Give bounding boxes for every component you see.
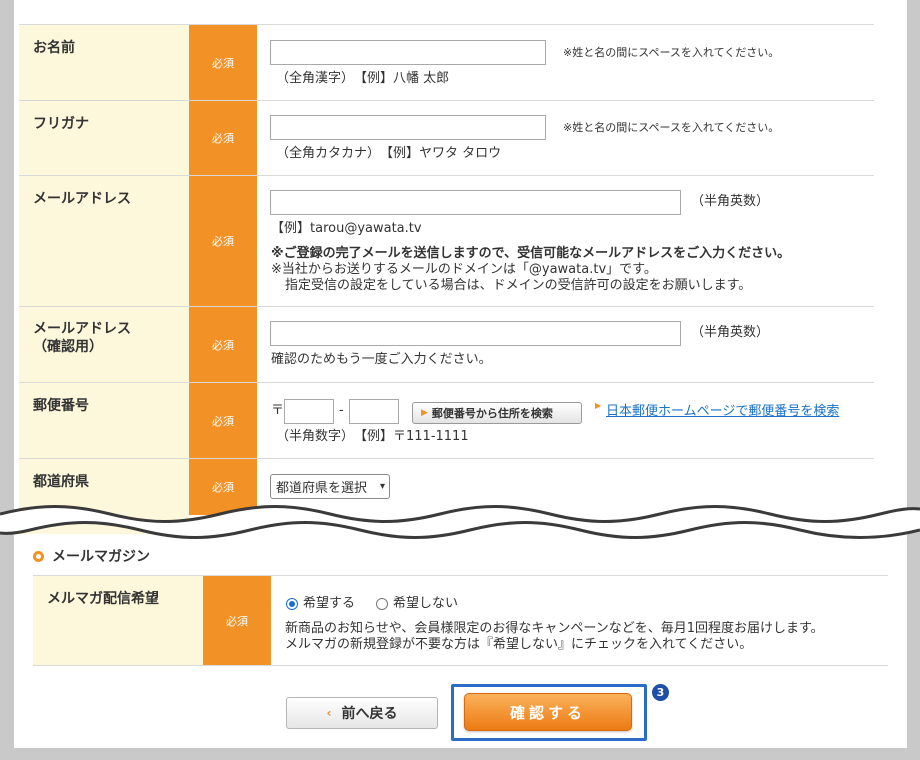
row-name: お名前 必須 ※姓と名の間にスペースを入れてください。 （全角漢字） 【例】八幡… xyxy=(19,25,874,101)
back-button-label: 前へ戻る xyxy=(341,706,398,722)
email-input[interactable] xyxy=(270,190,681,215)
newsletter-no-radio[interactable] xyxy=(376,598,388,610)
input-cell: 〒 - ▶ 郵便番号から住所を検索 ▶ 日本郵便ホームページで郵便番号を検索 （半… xyxy=(257,383,874,458)
required-badge: 必須 xyxy=(189,383,257,458)
page-break-wave xyxy=(0,505,920,539)
newsletter-desc-2: メルマガの新規登録が不要な方は『希望しない』にチェックを入れてください。 xyxy=(285,637,753,652)
required-badge: 必須 xyxy=(189,307,257,382)
step-badge: 3 xyxy=(652,684,669,701)
email-confirm-hint: 確認のためもう一度ご入力ください。 xyxy=(271,352,492,367)
newsletter-form: メルマガ配信希望 必須 希望する 希望しない 新商品のお知らせや、会員様限定のお… xyxy=(33,575,888,666)
postal-dash: - xyxy=(339,403,344,418)
registration-form: お名前 必須 ※姓と名の間にスペースを入れてください。 （全角漢字） 【例】八幡… xyxy=(19,24,874,534)
triangle-right-icon: ▶ xyxy=(595,401,602,410)
email-confirm-input[interactable] xyxy=(270,321,681,346)
prefecture-select[interactable]: 都道府県を選択 ▾ xyxy=(270,474,390,499)
field-label: メールアドレス （確認用） xyxy=(33,321,131,355)
required-badge: 必須 xyxy=(189,101,257,175)
japan-post-link[interactable]: 日本郵便ホームページで郵便番号を検索 xyxy=(606,400,839,419)
field-label: メールアドレス xyxy=(33,191,131,207)
newsletter-yes-label[interactable]: 希望する xyxy=(303,595,355,613)
newsletter-yes-radio[interactable] xyxy=(286,598,298,610)
field-label: 郵便番号 xyxy=(33,398,89,414)
row-email: メールアドレス 必須 （半角英数） 【例】tarou@yawata.tv ※ご登… xyxy=(19,176,874,307)
postal-code-first-input[interactable] xyxy=(284,399,334,424)
required-badge: 必須 xyxy=(189,25,257,100)
postal-code-second-input[interactable] xyxy=(349,399,399,424)
input-cell: 希望する 希望しない 新商品のお知らせや、会員様限定のお得なキャンペーンなどを、… xyxy=(271,576,888,665)
chevron-left-icon: ‹ xyxy=(326,706,332,720)
row-furigana: フリガナ 必須 ※姓と名の間にスペースを入れてください。 （全角カタカナ） 【例… xyxy=(19,101,874,176)
name-hint: （全角漢字） 【例】八幡 太郎 xyxy=(276,71,450,86)
field-label: フリガナ xyxy=(33,116,89,132)
row-postal-code: 郵便番号 必須 〒 - ▶ 郵便番号から住所を検索 ▶ 日本郵便ホームページで郵便… xyxy=(19,383,874,459)
triangle-right-icon: ▶ xyxy=(421,408,428,418)
address-search-button[interactable]: ▶ 郵便番号から住所を検索 xyxy=(412,402,582,424)
row-newsletter: メルマガ配信希望 必須 希望する 希望しない 新商品のお知らせや、会員様限定のお… xyxy=(33,576,888,665)
row-email-confirm: メールアドレス （確認用） 必須 （半角英数） 確認のためもう一度ご入力ください… xyxy=(19,307,874,383)
label-cell: 郵便番号 xyxy=(19,383,189,458)
label-cell: お名前 xyxy=(19,25,189,100)
email-suffix: （半角英数） xyxy=(691,194,770,209)
label-cell: フリガナ xyxy=(19,101,189,175)
required-badge: 必須 xyxy=(189,176,257,306)
label-cell: メールアドレス （確認用） xyxy=(19,307,189,382)
postal-mark: 〒 xyxy=(271,403,285,418)
required-badge: 必須 xyxy=(203,576,271,665)
input-cell: ※姓と名の間にスペースを入れてください。 （全角漢字） 【例】八幡 太郎 xyxy=(257,25,874,100)
circle-bullet-icon xyxy=(33,550,44,562)
input-cell: （半角英数） 確認のためもう一度ご入力ください。 xyxy=(257,307,874,382)
email-example: 【例】tarou@yawata.tv xyxy=(271,221,422,236)
space-note: ※姓と名の間にスペースを入れてください。 xyxy=(563,46,780,59)
label-cell: メールアドレス xyxy=(19,176,189,306)
input-cell: （半角英数） 【例】tarou@yawata.tv ※ご登録の完了メールを送信し… xyxy=(257,176,874,306)
chevron-down-icon: ▾ xyxy=(379,481,385,492)
email-domain-note-2: 指定受信の設定をしている場合は、ドメインの受信許可の設定をお願いします。 xyxy=(285,278,752,293)
address-search-label: 郵便番号から住所を検索 xyxy=(431,407,553,420)
label-cell: メルマガ配信希望 xyxy=(33,576,203,665)
section-heading-newsletter: メールマガジン xyxy=(33,546,150,566)
section-title: メールマガジン xyxy=(52,549,150,565)
email-confirm-suffix: （半角英数） xyxy=(691,325,770,340)
prefecture-select-value: 都道府県を選択 xyxy=(276,481,368,496)
postal-hint: （半角数字） 【例】〒111-1111 xyxy=(276,429,469,444)
input-cell: ※姓と名の間にスペースを入れてください。 （全角カタカナ） 【例】ヤワタ タロウ xyxy=(257,101,874,175)
field-label: お名前 xyxy=(33,40,75,56)
back-button[interactable]: ‹ 前へ戻る xyxy=(286,697,438,729)
name-input[interactable] xyxy=(270,40,546,65)
furigana-input[interactable] xyxy=(270,115,546,140)
furigana-hint: （全角カタカナ） 【例】ヤワタ タロウ xyxy=(276,146,502,161)
space-note: ※姓と名の間にスペースを入れてください。 xyxy=(563,121,780,134)
newsletter-no-label[interactable]: 希望しない xyxy=(393,595,458,613)
field-label: 都道府県 xyxy=(33,474,89,490)
field-label: メルマガ配信希望 xyxy=(47,591,159,607)
confirm-button[interactable]: 確認する xyxy=(464,693,632,731)
